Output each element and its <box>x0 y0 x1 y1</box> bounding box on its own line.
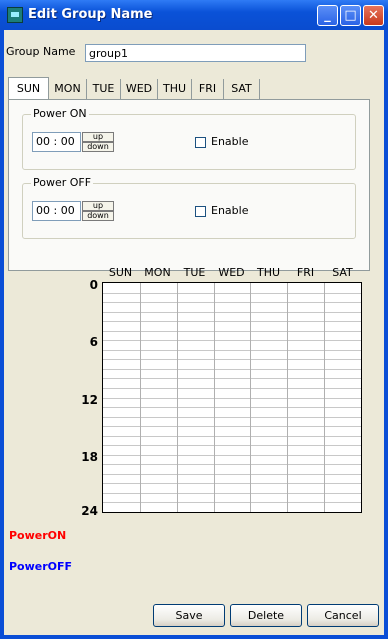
tab-fri[interactable]: FRI <box>192 79 224 99</box>
tab-panel: Power ON 00 : 00 up down Enable Power OF… <box>8 99 370 271</box>
close-button[interactable]: ✕ <box>363 5 384 26</box>
day-header-thu: THU <box>256 266 281 279</box>
delete-button[interactable]: Delete <box>230 604 302 627</box>
tab-thu[interactable]: THU <box>158 79 192 99</box>
maximize-button[interactable]: □ <box>340 5 361 26</box>
power-off-time-input[interactable]: 00 : 00 <box>32 201 81 221</box>
dialog-client-area: Group Name group1 SUN MON TUE WED THU FR… <box>4 30 384 635</box>
minimize-button[interactable]: _ <box>317 5 338 26</box>
schedule-grid[interactable] <box>102 282 362 513</box>
power-on-down-button[interactable]: down <box>82 142 114 152</box>
power-off-enable-label: Enable <box>211 204 249 217</box>
day-header-mon: MON <box>144 266 171 279</box>
power-on-title: Power ON <box>31 107 89 120</box>
group-name-label: Group Name <box>6 45 76 58</box>
day-header-sat: SAT <box>332 266 353 279</box>
power-off-enable-checkbox[interactable] <box>195 206 206 217</box>
tab-tue[interactable]: TUE <box>87 79 121 99</box>
tab-sat[interactable]: SAT <box>224 79 260 99</box>
save-button[interactable]: Save <box>153 604 225 627</box>
tab-mon[interactable]: MON <box>49 79 87 99</box>
schedule-grid-lines <box>103 283 361 512</box>
hour-label-12: 12 <box>81 393 98 407</box>
hour-label-0: 0 <box>89 278 98 292</box>
legend-power-on: PowerON <box>9 529 67 542</box>
tab-sun[interactable]: SUN <box>8 77 49 100</box>
hour-label-6: 6 <box>89 335 98 349</box>
power-on-group: Power ON 00 : 00 up down Enable <box>22 107 356 170</box>
title-bar[interactable]: Edit Group Name _ □ ✕ <box>0 0 388 30</box>
power-on-up-button[interactable]: up <box>82 132 114 142</box>
hour-label-18: 18 <box>81 450 98 464</box>
power-off-group: Power OFF 00 : 00 up down Enable <box>22 176 356 239</box>
day-header-tue: TUE <box>183 266 206 279</box>
cancel-button[interactable]: Cancel <box>307 604 379 627</box>
power-on-enable-label: Enable <box>211 135 249 148</box>
day-header-sun: SUN <box>108 266 133 279</box>
tab-wed[interactable]: WED <box>121 79 158 99</box>
power-on-enable-checkbox[interactable] <box>195 137 206 148</box>
power-off-down-button[interactable]: down <box>82 211 114 221</box>
group-name-input[interactable]: group1 <box>85 44 306 62</box>
power-off-up-button[interactable]: up <box>82 201 114 211</box>
app-icon <box>7 7 23 23</box>
power-off-title: Power OFF <box>31 176 94 189</box>
day-header-fri: FRI <box>296 266 315 279</box>
hour-label-24: 24 <box>81 504 98 518</box>
power-on-time-input[interactable]: 00 : 00 <box>32 132 81 152</box>
day-header-wed: WED <box>218 266 245 279</box>
window-title: Edit Group Name <box>28 7 153 22</box>
legend-power-off: PowerOFF <box>9 560 73 573</box>
